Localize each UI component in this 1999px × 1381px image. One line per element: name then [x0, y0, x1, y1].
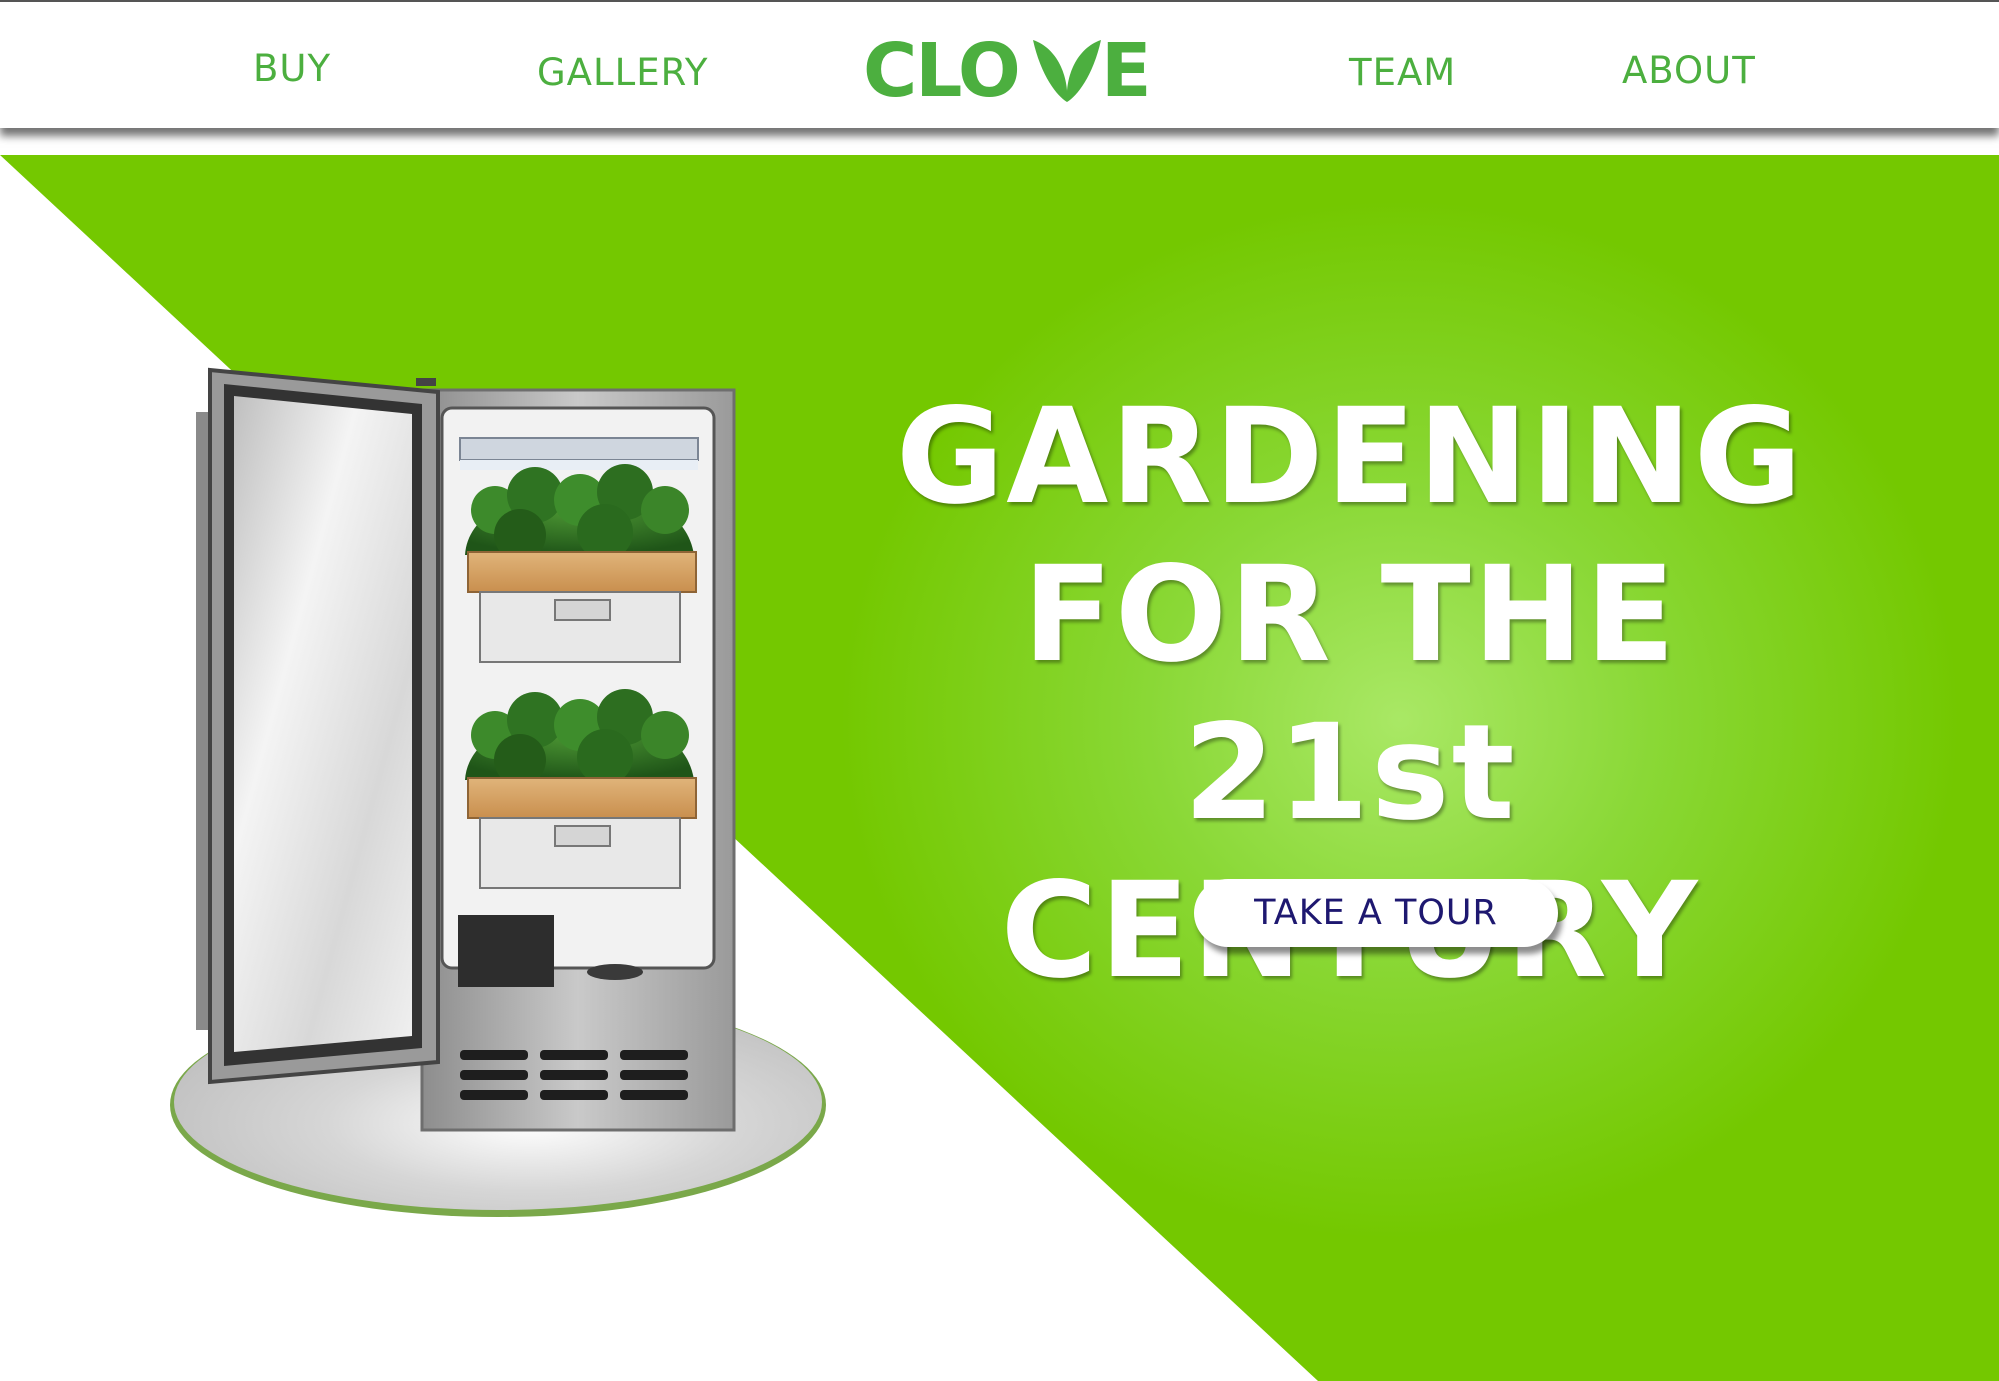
top-navigation-bar: BUY GALLERY CLO E TEAM ABOUT — [0, 0, 1999, 128]
nav-link-gallery[interactable]: GALLERY — [537, 54, 709, 91]
vent-grille — [460, 1050, 688, 1100]
hero-section: GARDENING FOR THE 21st CENTURY TAKE A TO… — [0, 0, 1999, 1381]
plant-shelf-bottom — [465, 689, 697, 889]
garden-cabinet-image — [170, 367, 826, 1217]
logo-text-clo: CLO — [863, 32, 1019, 104]
headline-line-1: GARDENING — [895, 380, 1805, 534]
plant-shelf-top — [465, 464, 697, 663]
glass-door — [196, 367, 440, 1085]
nav-link-buy[interactable]: BUY — [253, 50, 331, 87]
clove-logo[interactable]: CLO E — [863, 32, 1148, 104]
logo-text-e: E — [1101, 32, 1148, 104]
leaf-v-icon — [1033, 40, 1101, 102]
nav-link-team[interactable]: TEAM — [1349, 54, 1456, 91]
headline-line-2: FOR THE 21st — [1022, 538, 1678, 850]
take-a-tour-button[interactable]: TAKE A TOUR — [1194, 879, 1558, 947]
nav-link-about[interactable]: ABOUT — [1622, 52, 1756, 89]
